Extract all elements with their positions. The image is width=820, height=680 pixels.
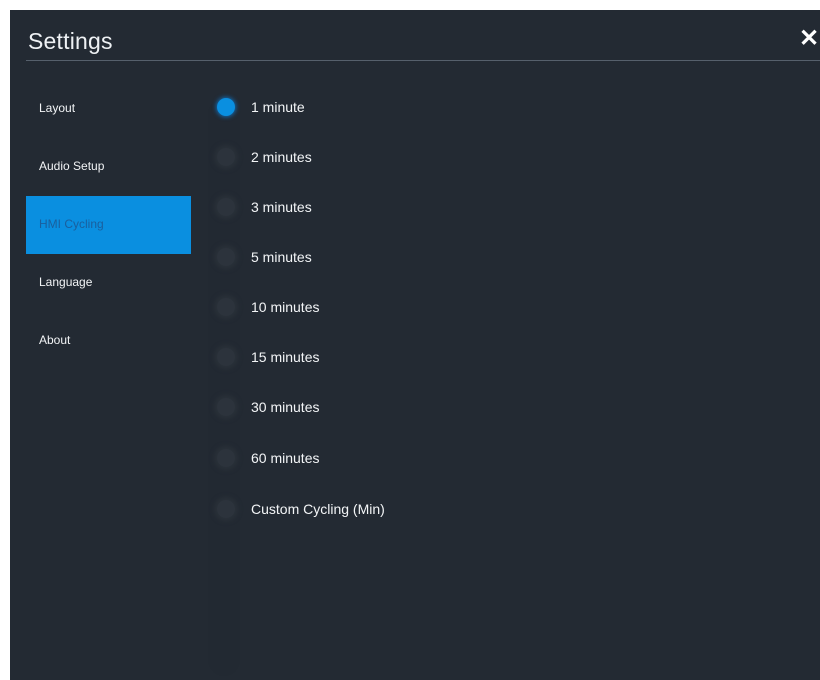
option-label: Custom Cycling (Min) <box>251 501 385 517</box>
sidebar-item-label: Layout <box>39 101 76 115</box>
option-30-minutes[interactable]: 30 minutes <box>208 390 568 426</box>
option-label: 10 minutes <box>251 299 320 315</box>
dialog-header: Settings ✕ <box>10 10 820 61</box>
option-label: 5 minutes <box>251 249 312 265</box>
settings-dialog: Settings ✕ Layout Audio Setup HMI Cyclin… <box>10 10 820 680</box>
sidebar-item-audio-setup[interactable]: Audio Setup <box>26 138 191 196</box>
radio-unselected-icon[interactable] <box>217 298 235 316</box>
radio-unselected-icon[interactable] <box>217 348 235 366</box>
sidebar-item-label: About <box>39 333 71 347</box>
radio-unselected-icon[interactable] <box>217 398 235 416</box>
sidebar-item-label: Language <box>39 275 93 289</box>
option-custom-cycling[interactable]: Custom Cycling (Min) <box>208 492 568 528</box>
sidebar-item-language[interactable]: Language <box>26 254 191 312</box>
radio-unselected-icon[interactable] <box>217 148 235 166</box>
radio-unselected-icon[interactable] <box>217 198 235 216</box>
option-5-minutes[interactable]: 5 minutes <box>208 240 568 276</box>
sidebar-item-layout[interactable]: Layout <box>26 80 191 138</box>
option-label: 15 minutes <box>251 349 320 365</box>
option-10-minutes[interactable]: 10 minutes <box>208 290 568 326</box>
close-icon[interactable]: ✕ <box>798 26 820 52</box>
option-3-minutes[interactable]: 3 minutes <box>208 190 568 226</box>
option-1-minute[interactable]: 1 minute <box>208 90 568 126</box>
header-divider <box>26 60 820 61</box>
radio-unselected-icon[interactable] <box>217 248 235 266</box>
settings-sidebar: Layout Audio Setup HMI Cycling Language … <box>26 80 192 680</box>
radio-unselected-icon[interactable] <box>217 449 235 467</box>
sidebar-item-label: Audio Setup <box>39 159 105 173</box>
cycling-options: 1 minute 2 minutes 3 minutes 5 minutes 1… <box>208 90 608 650</box>
radio-unselected-icon[interactable] <box>217 500 235 518</box>
option-60-minutes[interactable]: 60 minutes <box>208 441 568 477</box>
sidebar-item-hmi-cycling[interactable]: HMI Cycling <box>26 196 191 254</box>
page-title: Settings <box>28 28 113 54</box>
option-label: 60 minutes <box>251 450 320 466</box>
option-2-minutes[interactable]: 2 minutes <box>208 140 568 176</box>
option-15-minutes[interactable]: 15 minutes <box>208 340 568 376</box>
sidebar-item-label: HMI Cycling <box>39 217 104 231</box>
option-label: 1 minute <box>251 99 305 115</box>
option-label: 2 minutes <box>251 149 312 165</box>
sidebar-item-about[interactable]: About <box>26 312 191 370</box>
option-label: 3 minutes <box>251 199 312 215</box>
radio-selected-icon[interactable] <box>217 98 235 116</box>
option-label: 30 minutes <box>251 399 320 415</box>
